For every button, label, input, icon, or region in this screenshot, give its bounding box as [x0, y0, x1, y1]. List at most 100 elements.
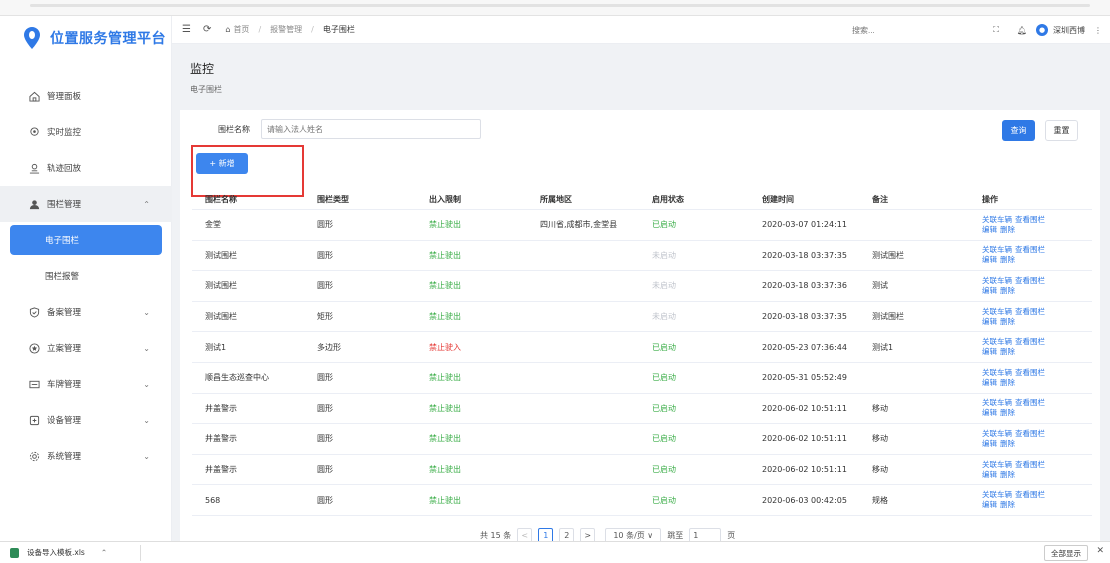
user-name[interactable]: 深圳西博 [1053, 25, 1085, 36]
chevron-down-icon: ⌄ [143, 344, 150, 353]
link-related-vehicles[interactable]: 关联车辆 [982, 429, 1012, 438]
link-edit[interactable]: 编辑 [982, 408, 997, 417]
cell-actions: 关联车辆 查看围栏编辑 删除 [982, 363, 1082, 393]
link-edit[interactable]: 编辑 [982, 500, 997, 509]
link-edit[interactable]: 编辑 [982, 286, 997, 295]
link-related-vehicles[interactable]: 关联车辆 [982, 337, 1012, 346]
download-bar: 设备导入模板.xls ⌃ 全部显示 ✕ [0, 541, 1110, 563]
cell-status: 未启动 [652, 250, 676, 260]
bell-icon[interactable]: 🔔︎ [1017, 26, 1027, 35]
link-edit[interactable]: 编辑 [982, 378, 997, 387]
breadcrumb-item[interactable]: 报警管理 [270, 24, 302, 35]
cell-region: 四川省,成都市,金堂县 [540, 220, 618, 230]
link-delete[interactable]: 删除 [1000, 255, 1015, 264]
cell-note: 移动 [872, 403, 888, 413]
cell-type: 圆形 [317, 465, 333, 475]
cell-created: 2020-05-23 07:36:44 [762, 342, 847, 352]
link-related-vehicles[interactable]: 关联车辆 [982, 276, 1012, 285]
logo[interactable]: 位置服务管理平台 [24, 26, 166, 50]
link-view-fence[interactable]: 查看围栏 [1015, 429, 1045, 438]
link-delete[interactable]: 删除 [1000, 500, 1015, 509]
sidebar-item-filing[interactable]: 备案管理 ⌄ [0, 294, 172, 330]
sidebar-item-plate[interactable]: 车牌管理 ⌄ [0, 366, 172, 402]
menu-fold-icon[interactable]: ☰ [182, 24, 191, 35]
link-edit[interactable]: 编辑 [982, 225, 997, 234]
breadcrumb-separator: / [258, 25, 262, 34]
cell-created: 2020-05-31 05:52:49 [762, 373, 847, 383]
fullscreen-icon[interactable]: ⛶ [993, 25, 999, 35]
home-icon[interactable]: ⌂ [225, 25, 230, 34]
link-related-vehicles[interactable]: 关联车辆 [982, 245, 1012, 254]
close-icon[interactable]: ✕ [1096, 546, 1104, 556]
link-view-fence[interactable]: 查看围栏 [1015, 276, 1045, 285]
sidebar-item-fence-alarm[interactable]: 围栏报警 [0, 258, 172, 294]
link-related-vehicles[interactable]: 关联车辆 [982, 215, 1012, 224]
sidebar-item-electronic-fence[interactable]: 电子围栏 [10, 225, 162, 255]
link-related-vehicles[interactable]: 关联车辆 [982, 490, 1012, 499]
search-input[interactable] [852, 22, 942, 38]
link-delete[interactable]: 删除 [1000, 286, 1015, 295]
chevron-up-icon[interactable]: ⌃ [101, 548, 107, 557]
link-view-fence[interactable]: 查看围栏 [1015, 215, 1045, 224]
sidebar-item-label: 车牌管理 [47, 380, 82, 390]
link-delete[interactable]: 删除 [1000, 470, 1015, 479]
link-view-fence[interactable]: 查看围栏 [1015, 245, 1045, 254]
refresh-icon[interactable]: ⟳ [203, 24, 211, 35]
link-related-vehicles[interactable]: 关联车辆 [982, 398, 1012, 407]
link-view-fence[interactable]: 查看围栏 [1015, 490, 1045, 499]
sidebar-item-fence-management[interactable]: 围栏管理 ⌃ [0, 186, 172, 222]
link-edit[interactable]: 编辑 [982, 255, 997, 264]
device-icon [28, 414, 40, 426]
cell-actions: 关联车辆 查看围栏编辑 删除 [982, 302, 1082, 332]
link-edit[interactable]: 编辑 [982, 317, 997, 326]
link-edit[interactable]: 编辑 [982, 347, 997, 356]
sidebar-item-case[interactable]: 立案管理 ⌄ [0, 330, 172, 366]
link-related-vehicles[interactable]: 关联车辆 [982, 460, 1012, 469]
cell-created: 2020-03-07 01:24:11 [762, 220, 847, 230]
sidebar-item-realtime[interactable]: 实时监控 [0, 114, 172, 150]
table-row: 井盖警示 圆形 禁止驶出 已启动 2020-06-02 10:51:11 移动 关联车辆 查看… [192, 455, 1092, 486]
cell-type: 圆形 [317, 495, 333, 505]
cell-actions: 关联车辆 查看围栏编辑 删除 [982, 241, 1082, 271]
link-delete[interactable]: 删除 [1000, 317, 1015, 326]
link-related-vehicles[interactable]: 关联车辆 [982, 307, 1012, 316]
show-all-button[interactable]: 全部显示 [1044, 545, 1088, 561]
link-edit[interactable]: 编辑 [982, 470, 997, 479]
fence-name-input[interactable] [261, 119, 481, 139]
chevron-down-icon: ⌄ [143, 308, 150, 317]
sidebar-item-system[interactable]: 系统管理 ⌄ [0, 438, 172, 474]
avatar[interactable]: ● [1036, 24, 1048, 36]
more-vertical-icon[interactable]: ⋮ [1094, 26, 1102, 35]
top-scrollbar[interactable] [30, 4, 1090, 7]
link-view-fence[interactable]: 查看围栏 [1015, 368, 1045, 377]
link-delete[interactable]: 删除 [1000, 347, 1015, 356]
cell-limit: 禁止驶入 [429, 342, 461, 352]
link-delete[interactable]: 删除 [1000, 408, 1015, 417]
link-delete[interactable]: 删除 [1000, 439, 1015, 448]
link-related-vehicles[interactable]: 关联车辆 [982, 368, 1012, 377]
breadcrumb-item[interactable]: 首页 [233, 24, 249, 35]
link-view-fence[interactable]: 查看围栏 [1015, 337, 1045, 346]
link-delete[interactable]: 删除 [1000, 225, 1015, 234]
cell-actions: 关联车辆 查看围栏编辑 删除 [982, 455, 1082, 485]
sidebar-item-label: 备案管理 [47, 308, 82, 318]
sidebar-item-device[interactable]: 设备管理 ⌄ [0, 402, 172, 438]
star-circle-icon [28, 342, 40, 354]
chevron-down-icon: ⌄ [143, 380, 150, 389]
link-view-fence[interactable]: 查看围栏 [1015, 460, 1045, 469]
reset-button[interactable]: 重置 [1045, 120, 1078, 141]
cell-note: 测试围栏 [872, 250, 904, 260]
table-row: 568 圆形 禁止驶出 已启动 2020-06-03 00:42:05 规格 关联车辆 查看围… [192, 485, 1092, 516]
download-item[interactable]: 设备导入模板.xls ⌃ [10, 547, 107, 558]
sidebar-item-label: 实时监控 [47, 128, 82, 138]
link-edit[interactable]: 编辑 [982, 439, 997, 448]
cell-type: 矩形 [317, 312, 333, 322]
link-view-fence[interactable]: 查看围栏 [1015, 398, 1045, 407]
link-delete[interactable]: 删除 [1000, 378, 1015, 387]
link-view-fence[interactable]: 查看围栏 [1015, 307, 1045, 316]
sidebar-item-playback[interactable]: 轨迹回放 [0, 150, 172, 186]
cell-name: 测试围栏 [205, 281, 237, 291]
query-button[interactable]: 查询 [1002, 120, 1035, 141]
download-file-name: 设备导入模板.xls [27, 548, 85, 557]
sidebar-item-dashboard[interactable]: 管理面板 [0, 78, 172, 114]
